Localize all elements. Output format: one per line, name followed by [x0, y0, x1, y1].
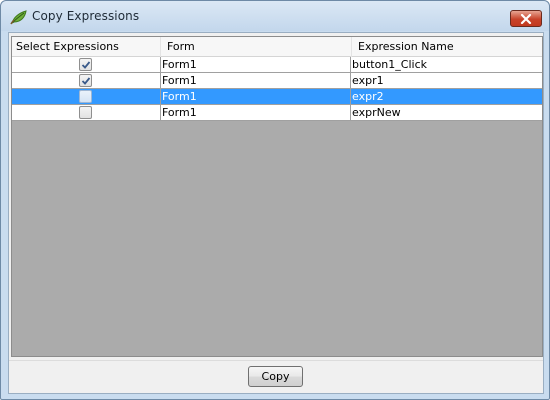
expression-name-cell[interactable]: expr2 [351, 89, 542, 104]
copy-button[interactable]: Copy [248, 366, 303, 387]
form-cell[interactable]: Form1 [161, 57, 351, 72]
select-checkbox[interactable] [79, 58, 92, 71]
select-checkbox[interactable] [79, 106, 92, 119]
column-header-form[interactable]: Form [161, 37, 352, 57]
table-row[interactable]: Form1 exprNew [12, 105, 542, 121]
form-cell[interactable]: Form1 [161, 73, 351, 88]
select-cell [12, 105, 161, 120]
select-checkbox[interactable] [79, 74, 92, 87]
expression-name-cell[interactable]: exprNew [351, 105, 542, 120]
column-header-expression-name[interactable]: Expression Name [352, 37, 542, 57]
column-header-select[interactable]: Select Expressions [12, 37, 161, 57]
expression-name-cell[interactable]: button1_Click [351, 57, 542, 72]
expression-name-cell[interactable]: expr1 [351, 73, 542, 88]
select-cell [12, 57, 161, 72]
select-cell [12, 89, 161, 104]
copy-expressions-dialog: Copy Expressions Select Expressions Form… [0, 0, 550, 400]
close-icon [520, 13, 532, 24]
close-button[interactable] [510, 10, 542, 27]
leaf-icon [10, 9, 28, 25]
select-checkbox[interactable] [79, 90, 92, 103]
dialog-body: Select Expressions Form Expression Name … [8, 32, 544, 394]
expressions-grid[interactable]: Select Expressions Form Expression Name … [11, 36, 543, 357]
form-cell[interactable]: Form1 [161, 89, 351, 104]
table-row[interactable]: Form1 expr2 [12, 89, 542, 105]
table-row[interactable]: Form1 expr1 [12, 73, 542, 89]
grid-header: Select Expressions Form Expression Name [12, 37, 542, 57]
window-title: Copy Expressions [32, 9, 140, 23]
select-cell [12, 73, 161, 88]
title-bar[interactable]: Copy Expressions [1, 1, 549, 31]
table-row[interactable]: Form1 button1_Click [12, 57, 542, 73]
footer-divider [9, 360, 543, 361]
form-cell[interactable]: Form1 [161, 105, 351, 120]
